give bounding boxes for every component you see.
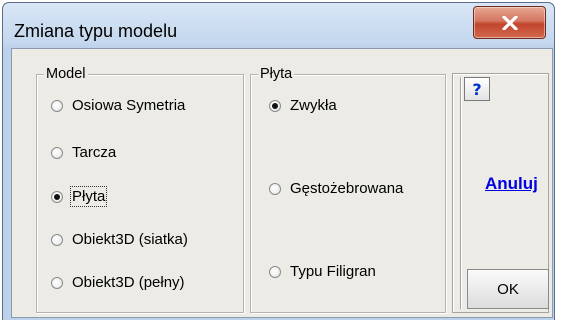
cancel-link[interactable]: Anuluj (485, 174, 538, 194)
radio-button-icon (269, 182, 281, 195)
radio-button-icon (51, 276, 63, 289)
radio-button-icon (269, 265, 281, 278)
radio-label: Gęstożebrowana (290, 180, 404, 197)
radio-typu-filigran[interactable]: Typu Filigran (269, 263, 376, 280)
dialog-window: Zmiana typu modelu Model Osiowa Symetria… (2, 2, 555, 320)
dialog-client-area: Model Osiowa Symetria Tarcza Płyta Obiek… (11, 48, 553, 318)
radio-label: Typu Filigran (290, 263, 376, 280)
help-button[interactable]: ? (464, 77, 490, 101)
radio-plyta[interactable]: Płyta (51, 186, 108, 207)
radio-osiowa-symetria[interactable]: Osiowa Symetria (51, 97, 185, 114)
radio-obiekt3d-pelny[interactable]: Obiekt3D (pełny) (51, 274, 185, 291)
close-button[interactable] (473, 6, 546, 39)
radio-gestozebrowana[interactable]: Gęstożebrowana (269, 180, 403, 197)
radio-label: Zwykła (290, 97, 337, 114)
radio-label: Tarcza (72, 144, 117, 161)
radio-tarcza[interactable]: Tarcza (51, 144, 116, 161)
close-icon (474, 7, 545, 38)
radio-label: Płyta (69, 186, 108, 207)
ok-button[interactable]: OK (467, 269, 549, 309)
radio-label: Obiekt3D (pełny) (72, 274, 185, 291)
radio-button-icon (51, 233, 63, 246)
window-title: Zmiana typu modelu (14, 21, 178, 41)
model-groupbox: Model Osiowa Symetria Tarcza Płyta Obiek… (36, 66, 244, 313)
plate-group-title: Płyta (258, 66, 295, 82)
radio-button-checked-icon (269, 99, 281, 112)
model-group-title: Model (44, 66, 88, 82)
radio-button-icon (51, 99, 63, 112)
radio-label: Obiekt3D (siatka) (72, 231, 188, 248)
radio-button-checked-icon (51, 190, 63, 203)
radio-obiekt3d-siatka[interactable]: Obiekt3D (siatka) (51, 231, 188, 248)
plate-type-groupbox: Płyta Zwykła Gęstożebrowana Typu Filigra… (250, 66, 446, 313)
radio-label: Osiowa Symetria (72, 97, 186, 114)
radio-zwykla[interactable]: Zwykła (269, 97, 337, 114)
radio-button-icon (51, 146, 63, 159)
panel-divider (460, 77, 461, 309)
